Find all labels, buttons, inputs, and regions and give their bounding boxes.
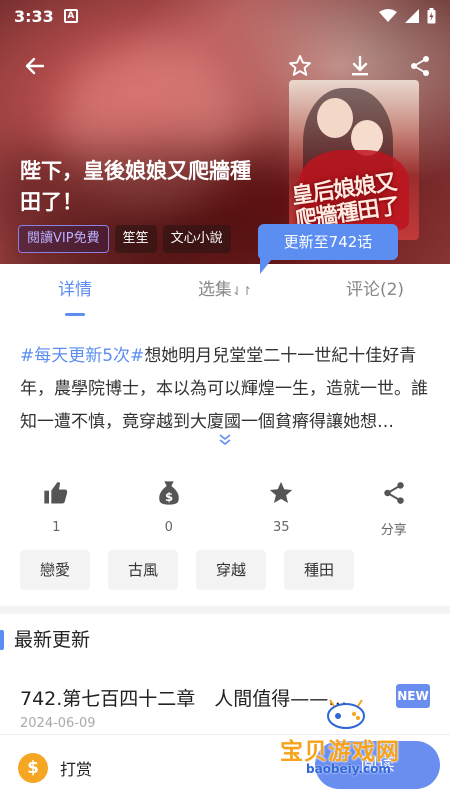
tab-episodes[interactable]: 选集⇃↾ — [150, 270, 300, 310]
bottom-bar: $ 打赏 阅读 — [0, 734, 450, 800]
like-button[interactable]: 1 — [0, 478, 113, 538]
status-time: 3:33 — [14, 6, 54, 26]
cover-figure — [317, 98, 353, 138]
chapter-title: 742.第七百四十二章 人間值得——… — [20, 688, 348, 710]
share-action-button[interactable]: 分享 — [338, 478, 450, 538]
book-cover[interactable]: 皇后娘娘又爬牆種田了 — [289, 80, 419, 240]
tab-details[interactable]: 详情 — [0, 270, 150, 316]
read-button[interactable]: 阅读 — [315, 741, 440, 789]
tag-author[interactable]: 笙笙 — [114, 225, 157, 253]
share-icon[interactable] — [402, 48, 438, 84]
battery-icon — [427, 8, 436, 24]
tag-vip[interactable]: 閱讀VIP免費 — [18, 225, 109, 253]
back-icon[interactable] — [17, 48, 53, 84]
share-icon — [379, 478, 409, 507]
book-title: 陛下，皇後娘娘又爬牆種田了！ — [20, 159, 251, 214]
money-bag-icon: $ — [154, 478, 184, 508]
tab-comments[interactable]: 评论(2) — [300, 270, 450, 310]
latest-update-header: 最新更新 — [0, 626, 450, 656]
tab-label: 评论(2) — [345, 280, 405, 300]
notification-icon: A — [63, 9, 78, 23]
genre-tag[interactable]: 戀愛 — [20, 550, 90, 590]
latest-chapter-item[interactable]: 742.第七百四十二章 人間值得——… NEW 2024-06-09 — [20, 684, 430, 731]
wifi-icon — [379, 9, 397, 22]
genre-tag[interactable]: 種田 — [284, 550, 354, 590]
thumbs-up-icon — [41, 478, 71, 508]
tab-label: 选集 — [197, 280, 232, 300]
update-status-badge: 更新至742话 — [258, 224, 398, 274]
share-label: 分享 — [380, 523, 407, 538]
reward-label: 打赏 — [60, 760, 93, 779]
download-icon[interactable] — [342, 48, 378, 84]
reward-button[interactable]: $ 打赏 — [18, 753, 92, 783]
star-icon — [266, 478, 296, 508]
tab-indicator — [65, 313, 85, 316]
favorite-button[interactable]: 35 — [225, 478, 338, 538]
synopsis-hashtag[interactable]: #每天更新5次# — [20, 346, 144, 366]
genre-tag[interactable]: 穿越 — [196, 550, 266, 590]
synopsis: #每天更新5次#想她明月兒堂堂二十一世紀十佳好青年，農學院博士，本以為可以輝煌一… — [20, 340, 430, 439]
sort-icon: ⇃↾ — [231, 284, 253, 298]
svg-text:$: $ — [165, 490, 173, 504]
tag-source[interactable]: 文心小說 — [162, 225, 231, 253]
tab-bar: 详情 选集⇃↾ 评论(2) — [0, 270, 450, 316]
tip-button[interactable]: $ 0 — [113, 478, 226, 538]
star-outline-icon[interactable] — [282, 48, 318, 84]
status-bar: 3:33 A — [0, 0, 450, 32]
signal-icon — [405, 9, 419, 23]
genre-tag[interactable]: 古風 — [108, 550, 178, 590]
status-icons — [379, 8, 436, 24]
favorite-count: 35 — [272, 520, 290, 535]
tip-count: 0 — [164, 520, 173, 535]
expand-chevron-icon[interactable] — [218, 432, 232, 446]
tab-label: 详情 — [58, 280, 92, 300]
action-row: 1 $ 0 35 分享 — [0, 478, 450, 538]
genre-tags: 戀愛 古風 穿越 種田 — [20, 550, 354, 590]
book-tags: 閱讀VIP免費 笙笙 文心小說 — [18, 225, 231, 253]
like-count: 1 — [52, 520, 61, 535]
top-bar — [0, 48, 450, 84]
section-divider — [0, 606, 450, 614]
coin-icon: $ — [18, 753, 48, 783]
new-badge: NEW — [396, 684, 430, 708]
section-accent-bar — [0, 630, 4, 650]
chapter-date: 2024-06-09 — [20, 716, 96, 731]
latest-update-heading: 最新更新 — [14, 629, 91, 651]
